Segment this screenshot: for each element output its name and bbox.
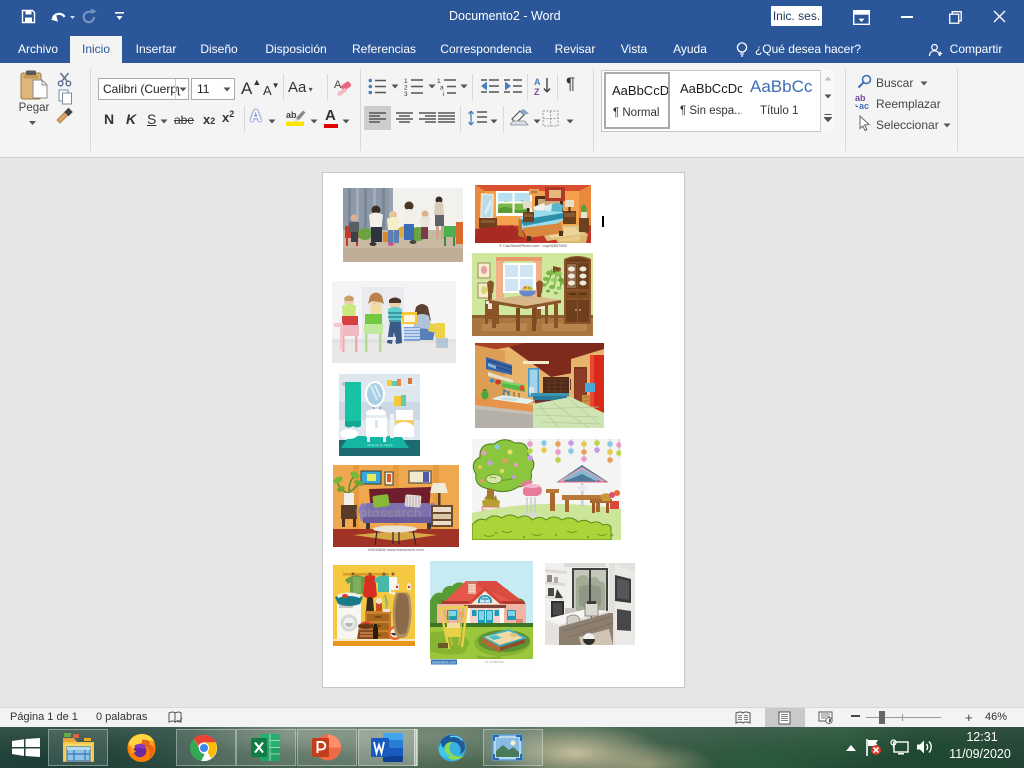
svg-text:A: A	[534, 77, 541, 87]
svg-text:dreamstime.com: dreamstime.com	[432, 661, 456, 665]
svg-text:ac: ac	[859, 101, 869, 110]
svg-text:designed by freepik: designed by freepik	[367, 443, 394, 447]
svg-text:A: A	[334, 79, 342, 91]
svg-text:3: 3	[404, 91, 408, 96]
svg-text:Z: Z	[534, 87, 540, 96]
svg-text:fotosearch: fotosearch	[355, 505, 422, 520]
svg-text:ID 103866399: ID 103866399	[485, 660, 504, 664]
svg-text:i: i	[443, 91, 444, 96]
svg-text:ab: ab	[286, 110, 297, 120]
